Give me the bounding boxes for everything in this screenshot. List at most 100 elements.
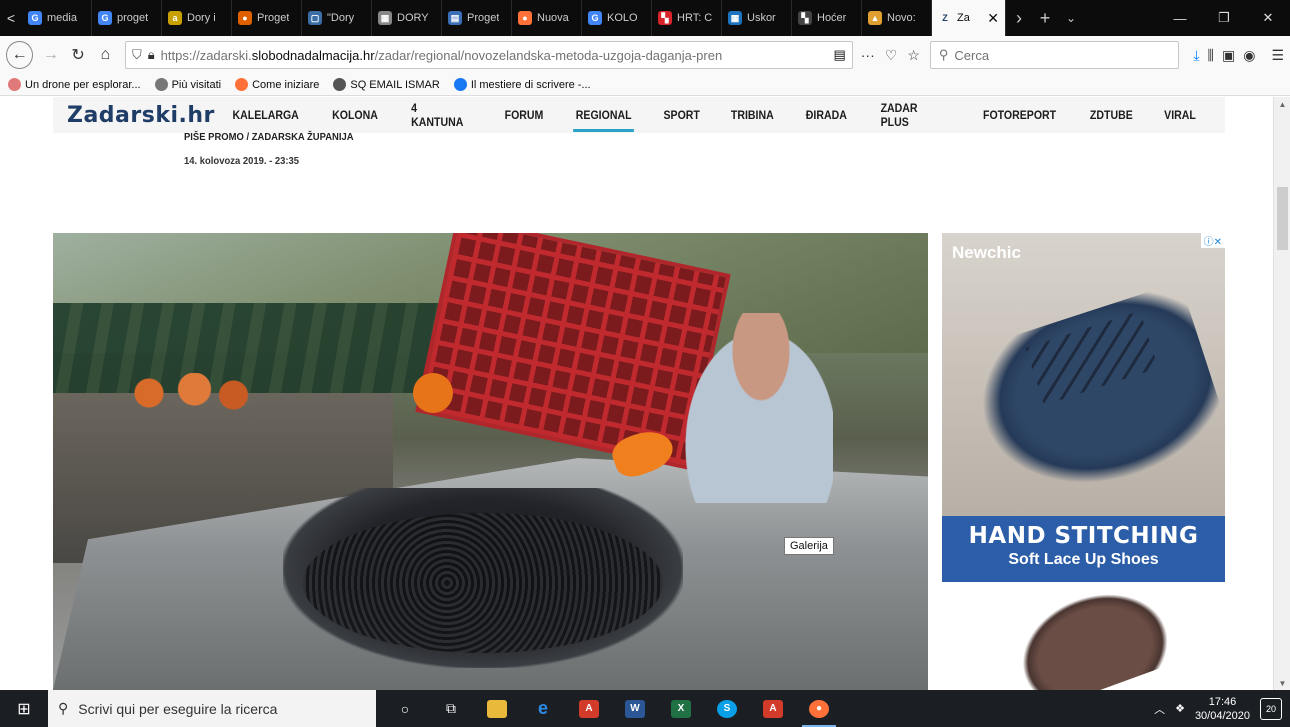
site-menu-item[interactable]: TRIBINA <box>720 97 786 133</box>
site-menu-item[interactable]: ZADAR PLUS <box>869 97 959 133</box>
scroll-up-icon[interactable]: ▲ <box>1274 97 1290 111</box>
close-tab-icon[interactable]: ✕ <box>987 10 999 27</box>
tab[interactable]: a Dory i <box>162 0 232 36</box>
search-icon: ⚲ <box>938 47 949 62</box>
site-menu-item[interactable]: FOTOREPORT <box>972 97 1068 133</box>
clock-time: 17:46 <box>1208 695 1237 708</box>
minimize-icon[interactable]: — <box>1158 0 1202 36</box>
tab[interactable]: ▦ DORY <box>372 0 442 36</box>
site-menu-item[interactable]: 4 KANTUNA <box>400 97 483 133</box>
ad-shoe-sole-image[interactable] <box>1005 574 1179 690</box>
word-icon[interactable]: W <box>612 690 658 727</box>
clock[interactable]: 17:46 30/04/2020 <box>1195 695 1250 723</box>
tab[interactable]: ▚ HRT: C <box>652 0 722 36</box>
tab[interactable]: ▚ Hoćer <box>792 0 862 36</box>
cortana-icon[interactable]: ○ <box>382 690 428 727</box>
bookmark-item[interactable]: Come iniziare <box>235 78 319 91</box>
page-scrollbar[interactable]: ▲ ▼ <box>1273 97 1290 690</box>
site-menu-item[interactable]: ZDTUBE <box>1079 97 1145 133</box>
lock-icon[interactable]: 🔒︎ <box>148 47 155 63</box>
bookmark-item[interactable]: Un drone per esplorar... <box>8 78 141 91</box>
scrollbar-thumb[interactable] <box>1277 187 1288 250</box>
bookmark-item[interactable]: SQ EMAIL ISMAR <box>333 78 440 91</box>
ad-banner[interactable]: HAND STITCHING Soft Lace Up Shoes <box>942 516 1225 582</box>
zadarski-favicon-icon: Z <box>942 13 948 23</box>
task-view-icon[interactable]: ⧉ <box>428 690 474 727</box>
account-icon[interactable]: ◉ <box>1243 47 1255 64</box>
tab[interactable]: ● Proget <box>232 0 302 36</box>
notifications-icon[interactable]: 20 <box>1260 697 1282 720</box>
tab[interactable]: ▢ "Dory <box>302 0 372 36</box>
list-tabs-icon[interactable]: ⌄ <box>1058 0 1084 36</box>
tray-chevron-icon[interactable]: ︿ <box>1154 701 1165 717</box>
tab[interactable]: ▤ Proget <box>442 0 512 36</box>
bookmark-star-icon[interactable]: ☆ <box>907 47 920 64</box>
site-menu-item[interactable]: REGIONAL <box>564 97 643 133</box>
tab-scroll-right-icon[interactable]: › <box>1006 0 1032 36</box>
taskbar-search[interactable]: ⚲ Scrivi qui per eseguire la ricerca <box>48 690 376 727</box>
dropbox-icon[interactable]: ❖ <box>1175 702 1185 715</box>
edge-icon[interactable]: e <box>520 690 566 727</box>
tab-favicon-icon: G <box>98 11 112 25</box>
library-icon[interactable]: ⫼ <box>1208 47 1214 64</box>
tracking-shield-icon[interactable]: ⛉ <box>132 47 142 63</box>
excel-icon[interactable]: X <box>658 690 704 727</box>
advertisement[interactable]: Newchic ⓘ✕ HAND STITCHING Soft Lace Up S… <box>942 233 1225 690</box>
site-menu-item[interactable]: VIRAL <box>1153 97 1208 133</box>
tab[interactable]: ● Nuova <box>512 0 582 36</box>
tab[interactable]: Gproget <box>92 0 162 36</box>
page-actions-menu-icon[interactable]: ··· <box>861 47 875 64</box>
article-hero-photo[interactable] <box>53 233 928 690</box>
tab-favicon-icon: G <box>588 11 602 25</box>
tab-title: media <box>47 12 77 24</box>
acrobat-reader-icon[interactable]: A <box>750 690 796 727</box>
bookmark-item[interactable]: Il mestiere di scrivere -... <box>453 78 591 91</box>
firefox-icon[interactable]: ● <box>796 690 842 727</box>
file-explorer-icon[interactable] <box>474 690 520 727</box>
tab-title: Za <box>957 12 970 24</box>
back-button[interactable]: ← <box>6 41 34 69</box>
site-menu-item[interactable]: KALELARGA <box>221 97 310 133</box>
menu-hamburger-icon[interactable]: ☰ <box>1271 47 1284 64</box>
tab[interactable]: ▲ Novo: <box>862 0 932 36</box>
tab[interactable]: G KOLO <box>582 0 652 36</box>
tab-active[interactable]: Z Za ✕ <box>932 0 1006 36</box>
tab-title: KOLO <box>607 12 638 24</box>
restore-icon[interactable]: ❐ <box>1202 0 1246 36</box>
site-menu-item[interactable]: FORUM <box>493 97 555 133</box>
bookmark-label: SQ EMAIL ISMAR <box>350 78 440 91</box>
tab-favicon-icon: G <box>28 11 42 25</box>
ad-shoe-image[interactable]: Newchic ⓘ✕ <box>942 233 1225 516</box>
tab-favicon-icon: ▚ <box>798 11 812 25</box>
site-menu-item[interactable]: ĐIRADA <box>794 97 858 133</box>
search-icon: ⚲ <box>58 700 69 716</box>
adchoices-icon[interactable]: ⓘ✕ <box>1200 233 1225 248</box>
reader-view-icon[interactable]: ▤ <box>833 47 845 63</box>
site-logo[interactable]: Zadarski.hr <box>67 103 215 128</box>
close-window-icon[interactable]: ✕ <box>1246 0 1290 36</box>
skype-icon[interactable]: S <box>704 690 750 727</box>
tab[interactable]: Gmedia <box>22 0 92 36</box>
sidebar-icon[interactable]: ▣ <box>1222 47 1235 64</box>
bookmark-item[interactable]: Più visitati <box>154 78 221 91</box>
home-button[interactable]: ⌂ <box>92 41 119 69</box>
tab[interactable]: ▦ Uskor <box>722 0 792 36</box>
bookmark-label: Un drone per esplorar... <box>25 78 141 91</box>
scroll-down-icon[interactable]: ▼ <box>1274 676 1290 690</box>
bookmark-label: Come iniziare <box>252 78 320 91</box>
navigation-toolbar: ← → ↻ ⌂ ⛉ 🔒︎ https://zadarski.slobodnada… <box>0 36 1290 74</box>
search-bar[interactable]: ⚲ Cerca <box>929 41 1180 69</box>
forward-button[interactable]: → <box>37 41 64 69</box>
url-bar[interactable]: ⛉ 🔒︎ https://zadarski.slobodnadalmacija.… <box>124 41 853 69</box>
site-menu-item[interactable]: KOLONA <box>321 97 390 133</box>
pocket-icon[interactable]: ♡ <box>885 47 898 64</box>
reload-button[interactable]: ↻ <box>65 41 92 69</box>
acrobat-icon[interactable]: A <box>566 690 612 727</box>
windows-start-icon[interactable]: ⊞ <box>0 690 48 727</box>
site-menu-item[interactable]: SPORT <box>652 97 711 133</box>
new-tab-icon[interactable]: + <box>1032 0 1058 36</box>
url-text[interactable]: https://zadarski.slobodnadalmacija.hr/za… <box>161 48 834 63</box>
download-icon[interactable]: ⤓ <box>1193 47 1199 64</box>
tab-scroll-left-icon[interactable]: < <box>0 0 22 36</box>
article-date: 14. kolovoza 2019. - 23:35 <box>184 155 300 167</box>
